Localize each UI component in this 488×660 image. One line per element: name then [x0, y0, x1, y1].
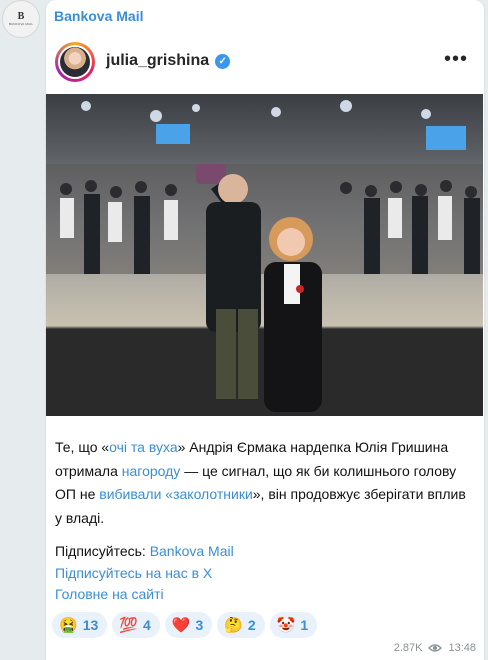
post-text: Те, що «очі та вуха» Андрія Єрмака нарде… — [55, 436, 475, 530]
reaction-heart[interactable]: ❤️ 3 — [164, 612, 213, 638]
instagram-embed[interactable]: julia_grishina ✓ ••• — [46, 30, 484, 416]
woman-shirt — [284, 264, 300, 304]
instagram-avatar[interactable] — [55, 42, 95, 82]
reaction-count: 3 — [195, 617, 204, 633]
reaction-count: 2 — [247, 617, 256, 633]
text-link[interactable]: очі та вуха — [109, 439, 177, 455]
instagram-username[interactable]: julia_grishina — [106, 52, 209, 70]
screen-right — [426, 126, 466, 150]
ceiling-light — [421, 109, 431, 119]
channel-avatar-caption: BANKOVA MAIL — [8, 22, 34, 26]
ceiling-light — [192, 104, 200, 112]
ceiling-light — [150, 110, 162, 122]
subscribe-label: Підписуйтесь: — [55, 543, 150, 559]
message-time: 13:48 — [448, 642, 476, 654]
thinking-emoji-icon: 🤔 — [224, 616, 243, 634]
verified-badge-icon: ✓ — [215, 53, 231, 69]
text-fragment: Те, що « — [55, 439, 110, 455]
views-count: 2.87K — [393, 642, 423, 654]
hundred-emoji-icon: 💯 — [119, 616, 138, 634]
man-head — [218, 174, 248, 204]
ceiling-light — [271, 107, 281, 117]
channel-avatar-letter: B — [17, 11, 25, 22]
message-bubble: Bankova Mail julia_grishina ✓ ••• Те, що… — [46, 0, 484, 660]
footer-links: Підписуйтесь: Bankova Mail Підписуйтесь … — [55, 541, 234, 606]
subscribe-link[interactable]: Bankova Mail — [150, 543, 234, 559]
channel-avatar[interactable]: B BANKOVA MAIL — [2, 0, 40, 38]
screen-left — [156, 124, 190, 144]
man-leg — [238, 309, 258, 399]
more-options-icon[interactable]: ••• — [444, 48, 468, 71]
profile-photo — [60, 47, 90, 77]
ceiling-light — [81, 101, 91, 111]
photo-illustration — [46, 100, 483, 412]
reaction-hundred[interactable]: 💯 4 — [112, 612, 160, 638]
instagram-username-row[interactable]: julia_grishina ✓ — [106, 52, 231, 70]
clown-emoji-icon: 🤡 — [276, 616, 296, 634]
brooch — [296, 285, 304, 293]
reaction-count: 4 — [142, 617, 151, 633]
x-link[interactable]: Підписуйтесь на нас в X — [55, 563, 234, 585]
reactions-bar: 🤮 13 💯 4 ❤️ 3 🤔 2 🤡 1 — [52, 612, 318, 638]
eye-icon — [428, 644, 443, 652]
text-link[interactable]: нагороду — [122, 463, 181, 479]
reaction-count: 1 — [300, 617, 309, 633]
crowd-group — [46, 164, 483, 274]
reaction-vomit[interactable]: 🤮 13 — [52, 612, 108, 638]
vomit-emoji-icon: 🤮 — [59, 616, 78, 634]
text-link[interactable]: «заколотники — [165, 486, 252, 502]
man-leg — [216, 309, 236, 399]
ceiling-light — [340, 100, 352, 112]
site-link[interactable]: Головне на сайті — [55, 584, 234, 606]
ceiling-lights-group — [81, 100, 431, 122]
reaction-thinking[interactable]: 🤔 2 — [217, 612, 265, 638]
reaction-clown[interactable]: 🤡 1 — [269, 612, 318, 638]
channel-name[interactable]: Bankova Mail — [54, 8, 143, 24]
post-photo[interactable] — [46, 94, 483, 416]
woman-head — [277, 228, 305, 256]
message-meta: 2.87K 13:48 — [394, 642, 476, 654]
reaction-count: 13 — [82, 617, 99, 633]
heart-emoji-icon: ❤️ — [171, 616, 191, 634]
text-link[interactable]: вибивали — [99, 486, 161, 502]
